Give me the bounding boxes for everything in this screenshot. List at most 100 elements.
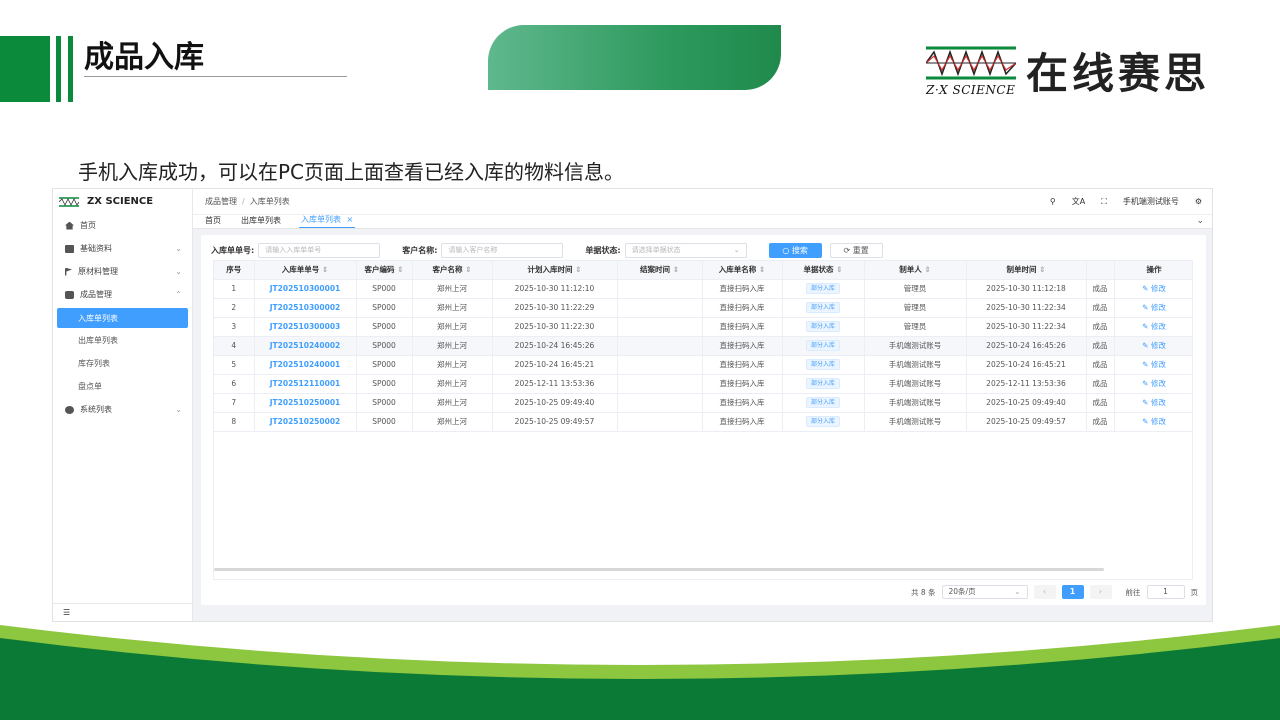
chevron-down-icon[interactable]: ⌄ — [1196, 216, 1204, 226]
search-icon[interactable]: ⚲ — [1050, 197, 1056, 206]
sidebar-item-outbound-list[interactable]: 出库单列表 — [53, 329, 192, 352]
sidebar-item-home[interactable]: 首页 — [53, 214, 192, 237]
table-cell: 成品 — [1086, 298, 1115, 318]
edit-icon: ✎ — [1142, 284, 1151, 293]
column-header-sortable[interactable]: 结案时间 ⇕ — [617, 261, 703, 280]
data-table: 序号 入库单单号 ⇕ 客户编码 ⇕ 客户名称 ⇕ 计划入库时间 ⇕ 结案时间 ⇕… — [214, 261, 1192, 432]
table-cell: 郑州上河 — [412, 279, 493, 299]
sidebar-item-inventory-list[interactable]: 库存列表 — [53, 352, 192, 375]
box-icon — [65, 290, 74, 299]
customer-name-input[interactable]: 请输入客户名称 — [441, 242, 564, 258]
top-navbar: 成品管理 / 入库单列表 ⚲ 文A ⛶ 手机端测试账号 ⚙ — [193, 189, 1212, 214]
search-button[interactable]: ○ 搜索 — [768, 242, 822, 258]
column-header-sortable[interactable]: 制单人 ⇕ — [864, 261, 967, 280]
status-select[interactable]: 请选择单据状态 ⌄ — [624, 242, 747, 258]
order-number-link[interactable]: JT202510300001 — [254, 279, 357, 299]
table-row[interactable]: 3 JT202510300003 SP000 郑州上河 2025-10-30 11:22… — [214, 317, 1192, 337]
tab-home[interactable]: 首页 — [203, 215, 223, 228]
sidebar: ZX SCIENCE 首页 基础资料 ⌄ 原材料管理 ⌄ 成品管理 ⌃ 入库单列… — [53, 189, 193, 621]
table-row[interactable]: 2 JT202510300002 SP000 郑州上河 2025-10-30 11:22… — [214, 298, 1192, 318]
order-number-input[interactable]: 请输入入库单单号 — [258, 242, 381, 258]
edit-button[interactable]: ✎ 修改 — [1114, 336, 1192, 356]
table-cell: 直接扫码入库 — [702, 336, 783, 356]
customer-name-label: 客户名称: — [402, 245, 438, 255]
status-badge: 部分入库 — [805, 283, 840, 294]
table-cell: SP000 — [356, 355, 413, 375]
tab-inbound-list[interactable]: 入库单列表 × — [299, 214, 356, 228]
goto-page-input[interactable]: 1 — [1146, 585, 1185, 599]
table-cell: 2025-10-30 11:22:30 — [492, 317, 618, 337]
reset-button[interactable]: ⟳ 重置 — [829, 242, 883, 258]
horizontal-scrollbar[interactable] — [214, 568, 1104, 571]
next-page-button[interactable]: › — [1089, 585, 1112, 599]
table-cell: 2025-10-25 09:49:57 — [492, 412, 618, 432]
title-underline — [84, 76, 347, 77]
edit-label: 修改 — [1150, 341, 1166, 350]
table-cell: 郑州上河 — [412, 336, 493, 356]
fullscreen-icon[interactable]: ⛶ — [1101, 197, 1107, 207]
brand-logo-icon — [59, 196, 79, 207]
sidebar-item-raw-materials[interactable]: 原材料管理 ⌄ — [53, 260, 192, 283]
order-number-link[interactable]: JT202510300003 — [254, 317, 357, 337]
table-row[interactable]: 7 JT202510250001 SP000 郑州上河 2025-10-25 09:49… — [214, 393, 1192, 413]
column-header-sortable[interactable]: 计划入库时间 ⇕ — [492, 261, 618, 280]
table-row[interactable]: 8 JT202510250002 SP000 郑州上河 2025-10-25 09:49… — [214, 412, 1192, 432]
status-cell: 部分入库 — [782, 412, 865, 432]
column-header — [1086, 261, 1115, 280]
sidebar-item-system[interactable]: 系统列表 ⌄ — [53, 398, 192, 421]
table-row[interactable]: 5 JT202510240001 SP000 郑州上河 2025-10-24 16:45… — [214, 355, 1192, 375]
table-row[interactable]: 4 JT202510240002 SP000 郑州上河 2025-10-24 16:45… — [214, 336, 1192, 356]
table-cell: 郑州上河 — [412, 355, 493, 375]
user-name[interactable]: 手机端测试账号 — [1123, 196, 1179, 207]
status-badge: 部分入库 — [805, 340, 840, 351]
order-number-link[interactable]: JT202510240001 — [254, 355, 357, 375]
table-cell: 3 — [214, 317, 255, 337]
table-cell: 成品 — [1086, 279, 1115, 299]
column-header-sortable[interactable]: 单据状态 ⇕ — [782, 261, 865, 280]
edit-icon: ✎ — [1142, 303, 1151, 312]
close-icon[interactable]: × — [347, 215, 354, 224]
column-header-sortable[interactable]: 入库单单号 ⇕ — [254, 261, 357, 280]
column-header-sortable[interactable]: 客户名称 ⇕ — [412, 261, 493, 280]
table-cell: 成品 — [1086, 393, 1115, 413]
order-number-link[interactable]: JT202512110001 — [254, 374, 357, 394]
order-number-link[interactable]: JT202510250001 — [254, 393, 357, 413]
table-row[interactable]: 6 JT202512110001 SP000 郑州上河 2025-12-11 13:53… — [214, 374, 1192, 394]
column-header-sortable[interactable]: 制单时间 ⇕ — [966, 261, 1087, 280]
page-number-current[interactable]: 1 — [1061, 585, 1084, 599]
edit-button[interactable]: ✎ 修改 — [1114, 317, 1192, 337]
tab-outbound-list[interactable]: 出库单列表 — [239, 215, 283, 228]
column-header-sortable[interactable]: 入库单名称 ⇕ — [702, 261, 783, 280]
settings-icon[interactable]: ⚙ — [1195, 197, 1202, 206]
sidebar-item-inbound-list[interactable]: 入库单列表 — [57, 308, 188, 328]
table-row[interactable]: 1 JT202510300001 SP000 郑州上河 2025-10-30 11:12… — [214, 279, 1192, 299]
sidebar-item-basic-data[interactable]: 基础资料 ⌄ — [53, 237, 192, 260]
breadcrumb-item[interactable]: 成品管理 — [205, 196, 237, 207]
edit-icon: ✎ — [1142, 379, 1151, 388]
edit-button[interactable]: ✎ 修改 — [1114, 355, 1192, 375]
table-cell: SP000 — [356, 279, 413, 299]
table-cell: 2025-10-30 11:12:10 — [492, 279, 618, 299]
table-cell: 7 — [214, 393, 255, 413]
translate-icon[interactable]: 文A — [1072, 196, 1085, 207]
status-label: 单据状态: — [585, 245, 621, 255]
edit-button[interactable]: ✎ 修改 — [1114, 298, 1192, 318]
table-cell: 成品 — [1086, 412, 1115, 432]
edit-button[interactable]: ✎ 修改 — [1114, 393, 1192, 413]
edit-button[interactable]: ✎ 修改 — [1114, 279, 1192, 299]
edit-button[interactable]: ✎ 修改 — [1114, 374, 1192, 394]
chevron-down-icon: ⌄ — [175, 244, 182, 253]
chevron-down-icon: ⌄ — [175, 267, 182, 276]
sidebar-item-finished-goods[interactable]: 成品管理 ⌃ — [53, 283, 192, 306]
edit-button[interactable]: ✎ 修改 — [1114, 412, 1192, 432]
order-number-link[interactable]: JT202510300002 — [254, 298, 357, 318]
table-cell: 管理员 — [864, 298, 967, 318]
table-cell: 管理员 — [864, 317, 967, 337]
page-size-select[interactable]: 20条/页 ⌄ — [941, 585, 1028, 599]
column-header-sortable[interactable]: 客户编码 ⇕ — [356, 261, 413, 280]
prev-page-button[interactable]: ‹ — [1033, 585, 1056, 599]
order-number-link[interactable]: JT202510240002 — [254, 336, 357, 356]
edit-icon: ✎ — [1142, 417, 1151, 426]
sidebar-item-stocktake[interactable]: 盘点单 — [53, 375, 192, 398]
order-number-link[interactable]: JT202510250002 — [254, 412, 357, 432]
